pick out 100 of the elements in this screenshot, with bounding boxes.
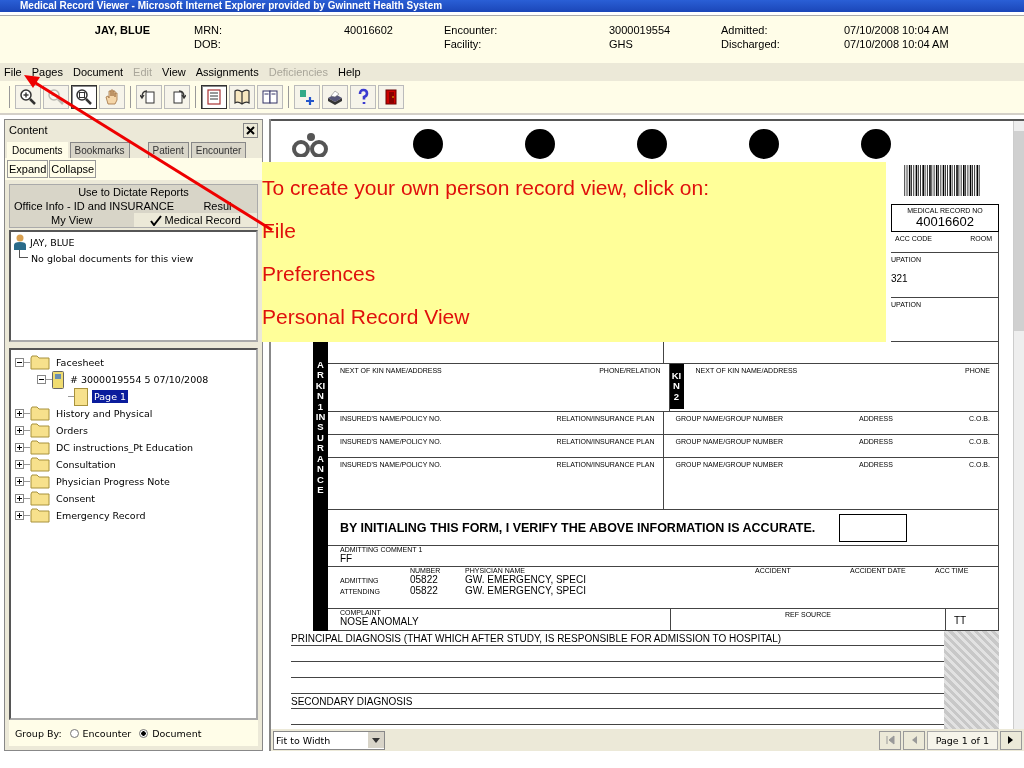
zoom-in-icon xyxy=(19,88,37,106)
first-page-icon xyxy=(884,735,895,745)
menu-item[interactable]: View xyxy=(162,66,186,78)
hand-icon xyxy=(103,88,121,106)
section-letters: ARKIN1 xyxy=(315,359,326,412)
punch-hole xyxy=(749,129,779,159)
panel-tab[interactable]: Patient xyxy=(147,142,189,158)
expand-icon[interactable] xyxy=(15,511,24,520)
rotate-left-button[interactable] xyxy=(136,85,162,109)
device-icon xyxy=(52,370,64,389)
checkmark-icon xyxy=(149,214,162,226)
field-label: DOB: xyxy=(194,38,222,50)
callout-text: File xyxy=(262,218,297,243)
view-tab[interactable]: Use to Dictate Reports xyxy=(10,185,257,199)
expand-icon[interactable] xyxy=(15,494,24,503)
zoom-area-button[interactable] xyxy=(71,85,97,109)
group-by-label: Group By: xyxy=(15,727,62,739)
printer-icon xyxy=(326,88,344,106)
single-page-button[interactable] xyxy=(201,85,227,109)
view-tab-label: Office Info - ID and INSURANCE xyxy=(14,200,174,212)
expand-icon[interactable] xyxy=(15,443,24,452)
tree-action-button[interactable]: Expand xyxy=(7,160,49,178)
view-tab-label: My View xyxy=(51,214,93,226)
form-value: GW. EMERGENCY, SPECI xyxy=(465,574,586,585)
folder-icon xyxy=(30,474,50,489)
menu-item[interactable]: Help xyxy=(338,66,361,78)
field-value: 07/10/2008 10:04 AM xyxy=(844,38,950,50)
panel-tab[interactable]: Documents xyxy=(7,142,68,158)
book-icon xyxy=(233,88,251,106)
record-number: 40016602 xyxy=(916,214,974,230)
expand-icon[interactable] xyxy=(15,477,24,486)
folder-icon xyxy=(30,508,50,523)
view-tab[interactable]: Medical Record xyxy=(133,213,257,227)
tree-item[interactable]: History and Physical xyxy=(54,407,155,420)
radio-label: Document xyxy=(152,727,202,739)
exit-button[interactable] xyxy=(378,85,404,109)
collapse-icon[interactable] xyxy=(37,375,46,384)
tree-item[interactable]: Orders xyxy=(54,424,90,437)
tree-item[interactable]: Consultation xyxy=(54,458,118,471)
book-button[interactable] xyxy=(229,85,255,109)
expand-icon[interactable] xyxy=(15,426,24,435)
print-button[interactable] xyxy=(322,85,348,109)
field-label: Admitted: xyxy=(721,24,769,36)
close-button[interactable] xyxy=(243,122,258,138)
view-tab[interactable]: My View xyxy=(10,213,134,227)
page-icon xyxy=(74,387,88,406)
rotate-left-icon xyxy=(140,88,158,106)
menu-item[interactable]: File xyxy=(4,66,22,78)
folder-icon xyxy=(30,491,50,506)
folder-icon xyxy=(30,423,50,438)
logo-icon xyxy=(291,131,331,157)
tree-item[interactable]: Page 1 xyxy=(92,390,129,403)
callout-text: Personal Record View xyxy=(262,304,471,329)
field-label: Facility: xyxy=(444,38,483,50)
folder-icon xyxy=(30,406,50,421)
tree-action-button[interactable]: Collapse xyxy=(49,160,97,178)
menu-item[interactable]: Pages xyxy=(31,66,63,78)
view-tab[interactable]: Resul xyxy=(177,199,257,213)
expand-icon[interactable] xyxy=(15,409,24,418)
field-value: 3000019554 xyxy=(609,24,672,36)
rotate-right-button[interactable] xyxy=(164,85,190,109)
callout-text: Preferences xyxy=(262,261,377,286)
window-title: Medical Record Viewer - Microsoft Internet Explorer provided by Gwinnett Health System xyxy=(20,0,443,12)
form-value: 321 xyxy=(891,273,909,285)
tree-item[interactable]: JAY, BLUE xyxy=(30,236,75,248)
expand-icon[interactable] xyxy=(15,460,24,469)
page-layout-icon xyxy=(205,88,223,106)
zoom-dropdown[interactable]: Fit to Width xyxy=(273,730,385,750)
view-tab-label: Resul xyxy=(203,200,232,212)
radio-button[interactable] xyxy=(139,728,149,738)
tree-item[interactable]: No global documents for this view xyxy=(31,252,194,264)
close-icon xyxy=(246,125,255,135)
field-label: Encounter: xyxy=(444,24,499,36)
menu-item[interactable]: Assignments xyxy=(195,66,259,78)
radio-button[interactable] xyxy=(69,728,79,738)
tree-item[interactable]: # 3000019554 5 07/10/2008 xyxy=(68,373,211,386)
scrollbar[interactable] xyxy=(1013,121,1024,729)
add-page-button[interactable] xyxy=(294,85,320,109)
next-page-button[interactable] xyxy=(1000,730,1022,750)
tree-item[interactable]: Consent xyxy=(54,492,97,505)
folder-icon xyxy=(30,440,50,455)
tree-item[interactable]: Physician Progress Note xyxy=(54,475,172,488)
panel-tab[interactable]: Encounter xyxy=(190,142,247,158)
view-tab-label: Medical Record xyxy=(164,214,241,226)
two-page-icon xyxy=(261,88,279,106)
zoom-out-icon xyxy=(47,88,65,106)
help-button[interactable] xyxy=(350,85,376,109)
tree-item[interactable]: DC instructions_Pt Education xyxy=(54,441,196,454)
two-page-button[interactable] xyxy=(257,85,283,109)
form-value: 05822 xyxy=(410,574,439,585)
person-icon xyxy=(13,234,27,250)
panel-tab[interactable]: Bookmarks xyxy=(69,142,130,158)
tree-item[interactable]: Emergency Record xyxy=(54,509,148,522)
tree-item[interactable]: Facesheet xyxy=(54,356,106,369)
zoom-in-button[interactable] xyxy=(15,85,41,109)
collapse-icon[interactable] xyxy=(15,358,24,367)
view-tab[interactable]: Office Info - ID and INSURANCE xyxy=(10,199,178,213)
form-heading: PRINCIPAL DIAGNOSIS (THAT WHICH AFTER STUDY, IS RESPONSIBLE FOR ADMISSION TO HOSPITAL) xyxy=(291,631,944,646)
menu-item[interactable]: Document xyxy=(72,66,124,78)
magnifier-icon xyxy=(75,88,93,106)
